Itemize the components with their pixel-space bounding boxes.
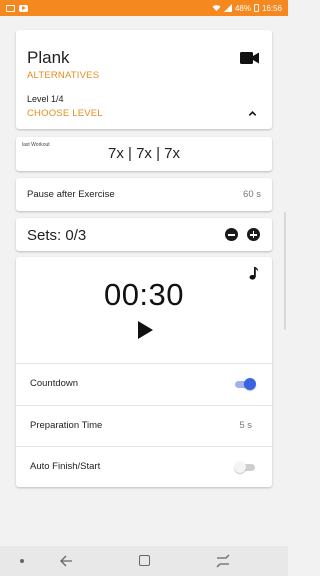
navigation-bar: [0, 546, 288, 576]
plus-icon[interactable]: [247, 228, 260, 241]
chevron-up-icon[interactable]: [248, 109, 257, 118]
home-icon[interactable]: [216, 554, 230, 568]
last-workout-card: last Workout 7x | 7x | 7x: [16, 137, 272, 171]
scrollbar[interactable]: [284, 212, 286, 330]
level-label: Level 1/4: [27, 94, 64, 104]
recent-apps-icon[interactable]: [139, 555, 150, 566]
gallery-icon: [6, 4, 15, 12]
wifi-icon: [212, 5, 221, 12]
countdown-toggle[interactable]: [234, 378, 256, 390]
youtube-icon: [19, 4, 28, 12]
pause-value: 60 s: [243, 189, 261, 200]
clock: 16:56: [261, 3, 282, 13]
exercise-title: Plank: [27, 48, 70, 67]
video-camera-icon[interactable]: [240, 52, 259, 64]
signal-icon: [223, 4, 232, 12]
minus-icon[interactable]: [225, 228, 238, 241]
sets-card: Sets: 0/3: [16, 218, 272, 251]
auto-finish-row: Auto Finish/Start: [16, 446, 272, 487]
auto-finish-toggle[interactable]: [234, 461, 256, 473]
timer-display: 00:30: [103, 277, 185, 312]
countdown-label: Countdown: [30, 378, 79, 389]
nav-dot-icon[interactable]: [20, 559, 24, 563]
pause-label: Pause after Exercise: [27, 189, 115, 200]
sets-label: Sets: 0/3: [27, 227, 87, 244]
timer-card: 00:30 Countdown Preparation Time 5 s Aut…: [16, 257, 272, 487]
play-icon[interactable]: [138, 321, 153, 339]
alternatives-button[interactable]: ALTERNATIVES: [27, 70, 99, 81]
back-icon[interactable]: [60, 555, 73, 567]
choose-level-button[interactable]: CHOOSE LEVEL: [27, 108, 103, 119]
last-workout-value: 7x | 7x | 7x: [108, 145, 180, 162]
battery-percent: 48%: [234, 3, 251, 13]
pause-setting[interactable]: Pause after Exercise 60 s: [16, 178, 272, 211]
exercise-card: Plank ALTERNATIVES Level 1/4 CHOOSE LEVE…: [16, 30, 272, 129]
status-bar: 48% 16:56: [0, 0, 288, 16]
preparation-time-label: Preparation Time: [30, 420, 103, 431]
preparation-time-value: 5 s: [239, 420, 252, 431]
battery-icon: [253, 4, 259, 12]
auto-finish-label: Auto Finish/Start: [30, 461, 101, 472]
preparation-time-row[interactable]: Preparation Time 5 s: [16, 405, 272, 446]
countdown-row: Countdown: [16, 363, 272, 404]
